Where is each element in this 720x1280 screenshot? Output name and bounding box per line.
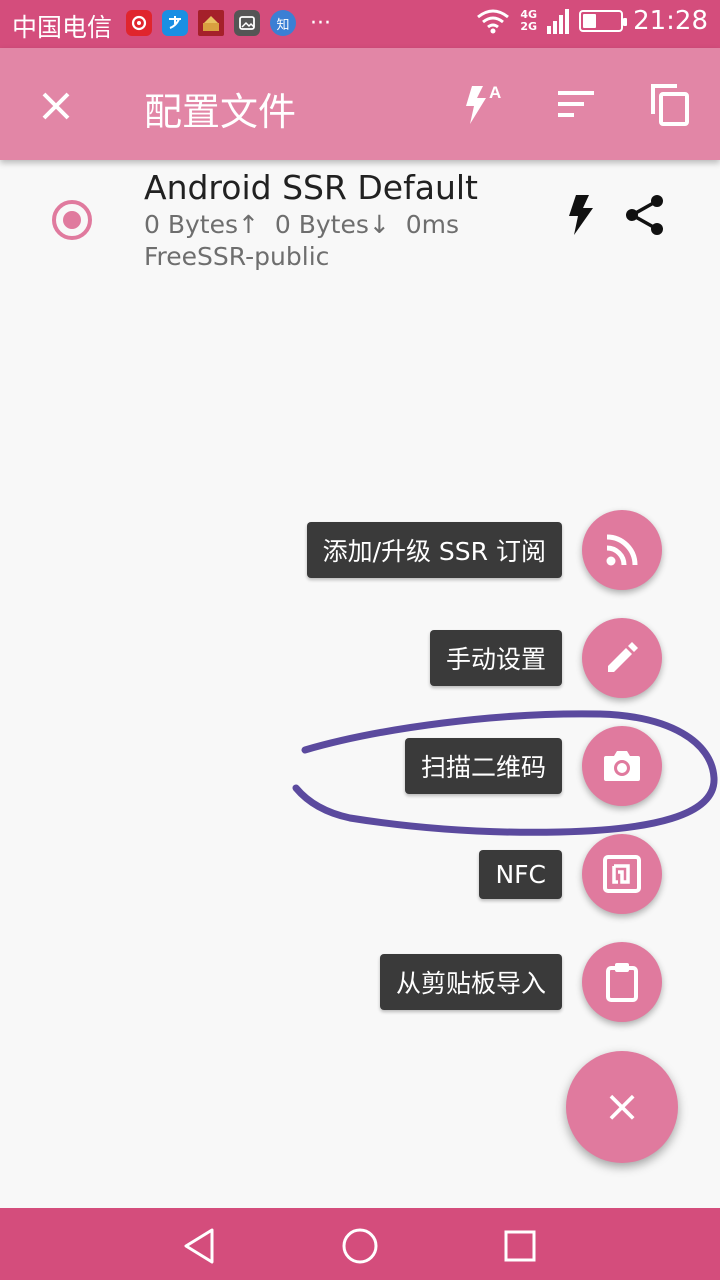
profile-name: Android SSR Default xyxy=(144,168,478,207)
profile-item[interactable]: Android SSR Default 0 Bytes↑ 0 Bytes↓ 0m… xyxy=(0,160,720,280)
recents-icon xyxy=(504,1230,536,1262)
profile-radio-selected[interactable] xyxy=(52,200,92,240)
status-bar: 中国电信 知 ··· 4G 2G 21:28 xyxy=(0,0,720,48)
share-button[interactable] xyxy=(620,190,670,240)
profile-group: FreeSSR-public xyxy=(144,242,330,271)
nfc-icon xyxy=(603,855,641,893)
fab-label-nfc[interactable]: NFC xyxy=(479,849,562,899)
game-icon xyxy=(198,10,224,36)
sort-icon xyxy=(558,91,594,117)
fab-item-nfc[interactable]: NFC xyxy=(479,834,662,914)
network-2g-label: 2G xyxy=(520,20,538,33)
fab-label-subscription[interactable]: 添加/升级 SSR 订阅 xyxy=(306,522,562,578)
battery-icon xyxy=(579,10,628,32)
copy-button[interactable] xyxy=(642,76,698,132)
system-indicators: 4G 2G 21:28 xyxy=(476,6,708,36)
fab-close-button[interactable]: × xyxy=(566,1051,678,1163)
auto-connect-icon: A xyxy=(466,83,501,124)
rss-icon xyxy=(606,534,638,566)
more-notifications-icon: ··· xyxy=(310,10,331,36)
clock: 21:28 xyxy=(633,6,708,36)
camera-icon xyxy=(604,751,640,781)
share-icon xyxy=(626,195,663,235)
carrier-name: 中国电信 xyxy=(12,13,113,42)
network-type: 4G 2G xyxy=(520,9,537,33)
home-button[interactable] xyxy=(338,1224,382,1268)
fab-label-manual[interactable]: 手动设置 xyxy=(429,630,562,686)
lightning-icon xyxy=(569,195,593,235)
profile-traffic-stats: 0 Bytes↑ 0 Bytes↓ 0ms xyxy=(144,210,459,239)
zhihu-icon: 知 xyxy=(270,10,296,36)
gallery-icon xyxy=(234,10,260,36)
alipay-icon xyxy=(162,10,188,36)
close-fab-icon: × xyxy=(603,1081,641,1132)
clipboard-icon xyxy=(606,963,638,1002)
page-title: 配置文件 xyxy=(144,90,297,134)
pencil-icon xyxy=(608,642,638,672)
fab-label-clipboard[interactable]: 从剪贴板导入 xyxy=(379,954,562,1010)
fab-item-clipboard[interactable]: 从剪贴板导入 xyxy=(379,942,662,1022)
notification-icons: 知 ··· xyxy=(126,10,331,36)
app-bar: 配置文件 A xyxy=(0,48,720,160)
fab-item-subscription[interactable]: 添加/升级 SSR 订阅 xyxy=(306,510,662,590)
home-icon xyxy=(342,1228,378,1264)
sort-button[interactable] xyxy=(548,76,604,132)
back-icon xyxy=(184,1228,214,1264)
signal-icon xyxy=(547,9,570,34)
recents-button[interactable] xyxy=(498,1224,542,1268)
subscription-button[interactable] xyxy=(582,510,662,590)
manual-settings-button[interactable] xyxy=(582,618,662,698)
nfc-button[interactable] xyxy=(582,834,662,914)
fab-item-scan-qr[interactable]: 扫描二维码 xyxy=(404,726,662,806)
close-button[interactable] xyxy=(28,78,84,134)
fab-item-manual[interactable]: 手动设置 xyxy=(429,618,662,698)
fab-label-scan-qr[interactable]: 扫描二维码 xyxy=(404,738,562,794)
wifi-icon xyxy=(477,9,510,34)
test-latency-button[interactable] xyxy=(556,190,606,240)
close-icon xyxy=(42,92,70,120)
copy-icon xyxy=(651,84,689,126)
scan-qr-button[interactable] xyxy=(582,726,662,806)
auto-connect-button[interactable]: A xyxy=(452,76,508,132)
back-button[interactable] xyxy=(178,1224,222,1268)
battery-level xyxy=(583,14,596,28)
netease-music-icon xyxy=(126,10,152,36)
clipboard-import-button[interactable] xyxy=(582,942,662,1022)
auto-badge: A xyxy=(489,83,501,102)
navigation-bar xyxy=(0,1208,720,1280)
